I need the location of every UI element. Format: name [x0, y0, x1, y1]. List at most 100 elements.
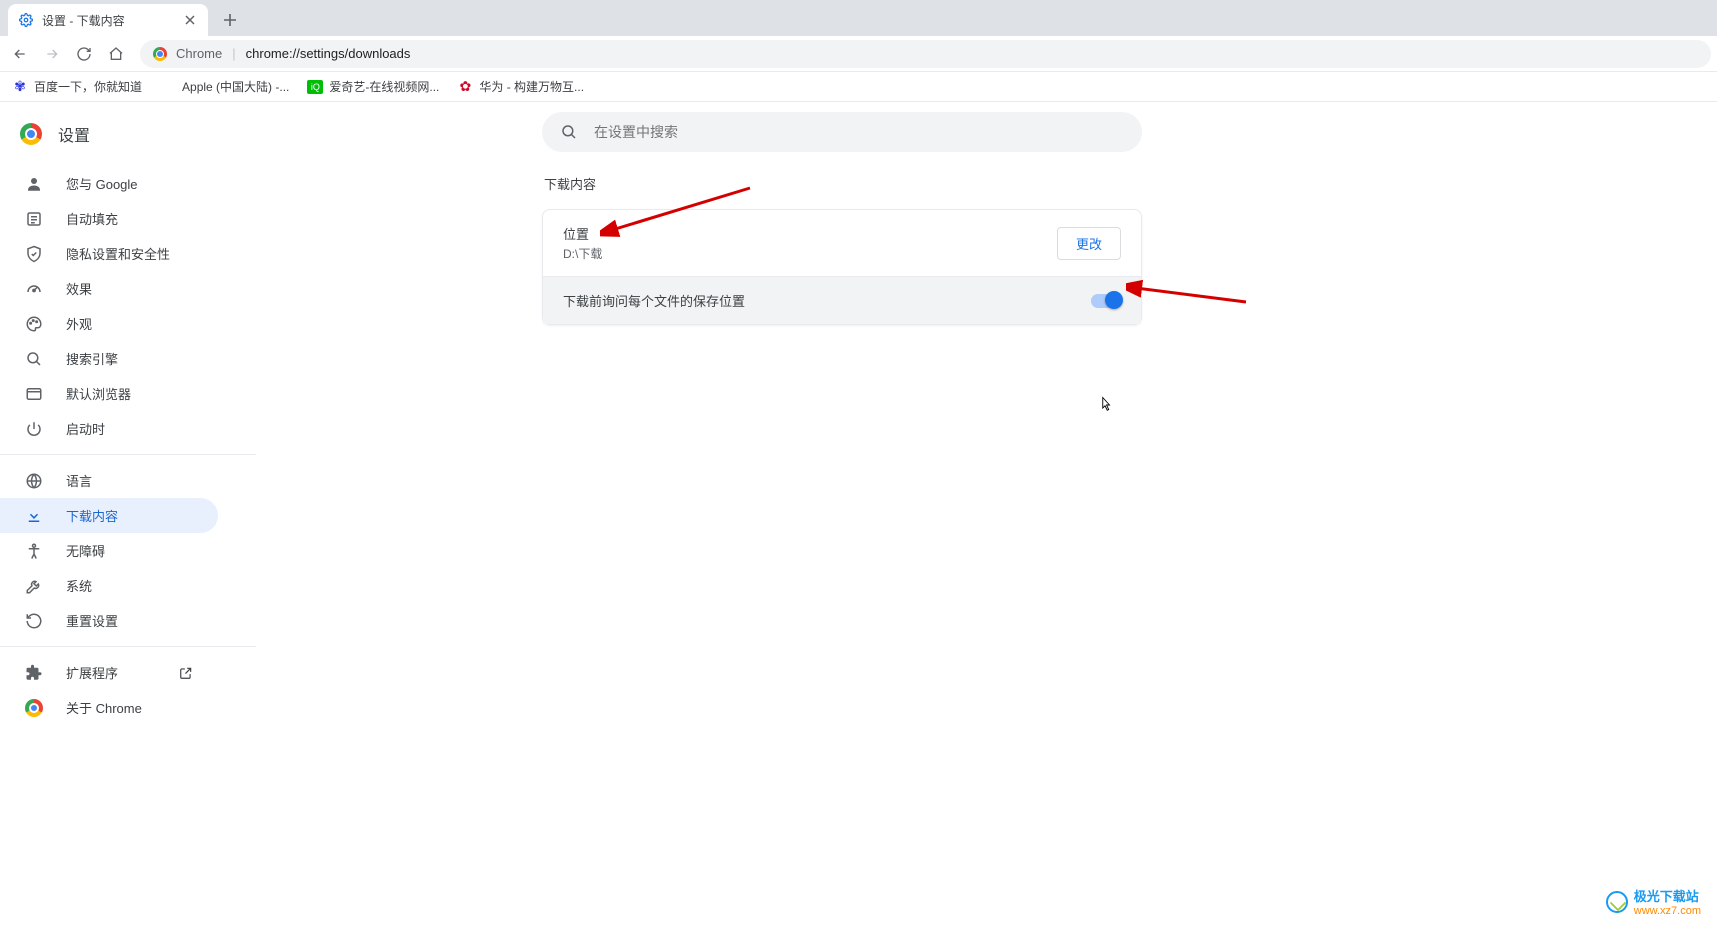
sidebar-item-extension[interactable]: 扩展程序 — [0, 655, 218, 690]
ask-location-toggle[interactable] — [1091, 294, 1121, 308]
sidebar-item-label: 重置设置 — [66, 611, 118, 630]
address-bar[interactable]: Chrome | chrome://settings/downloads — [140, 40, 1711, 68]
nav-list: 您与 Google 自动填充隐私设置和安全性效果外观搜索引擎默认浏览器启动时语言下… — [0, 162, 256, 729]
sidebar-item-restore[interactable]: 重置设置 — [0, 603, 218, 638]
accessibility-icon — [24, 541, 44, 561]
sidebar-item-label: 启动时 — [66, 419, 105, 438]
ask-location-row[interactable]: 下载前询问每个文件的保存位置 — [543, 276, 1141, 324]
nav-divider — [0, 454, 256, 455]
bookmark-item[interactable]: ✿ 华为 - 构建万物互... — [457, 78, 584, 95]
sidebar-item-label: 您与 Google — [66, 174, 138, 193]
power-icon — [24, 419, 44, 439]
omnibox-url: chrome://settings/downloads — [246, 46, 411, 61]
search-input[interactable] — [594, 124, 1124, 140]
home-button[interactable] — [102, 40, 130, 68]
new-tab-button[interactable] — [216, 6, 244, 34]
sidebar-item-autofill[interactable]: 自动填充 — [0, 201, 218, 236]
ask-location-label: 下载前询问每个文件的保存位置 — [563, 291, 745, 310]
app-header: 设置 — [0, 116, 256, 162]
sidebar-item-label: 扩展程序 — [66, 663, 118, 682]
bookmark-item[interactable]: Apple (中国大陆) -... — [160, 78, 289, 95]
bookmark-label: 百度一下，你就知道 — [34, 78, 142, 95]
apple-icon — [160, 79, 176, 95]
settings-main: 下载内容 位置 D:\下载 更改 下载前询问每个文件的保存位置 — [256, 102, 1717, 927]
browser-icon — [24, 384, 44, 404]
reload-button[interactable] — [70, 40, 98, 68]
palette-icon — [24, 314, 44, 334]
sidebar-item-browser[interactable]: 默认浏览器 — [0, 376, 218, 411]
sidebar-item-wrench[interactable]: 系统 — [0, 568, 218, 603]
sidebar-item-label: 外观 — [66, 314, 92, 333]
chrome-icon — [24, 698, 44, 718]
omnibox-prefix: Chrome — [176, 46, 222, 61]
back-button[interactable] — [6, 40, 34, 68]
watermark: 极光下载站 www.xz7.com — [1606, 886, 1701, 917]
tab-title: 设置 - 下载内容 — [42, 12, 125, 29]
bookmark-label: Apple (中国大陆) -... — [182, 78, 289, 95]
sidebar-item-label: 搜索引擎 — [66, 349, 118, 368]
extension-icon — [24, 663, 44, 683]
globe-icon — [24, 471, 44, 491]
sidebar-item-chrome[interactable]: 关于 Chrome — [0, 690, 218, 725]
sidebar-item-label: 自动填充 — [66, 209, 118, 228]
sidebar-item-label: 无障碍 — [66, 541, 105, 560]
location-label: 位置 — [563, 224, 602, 243]
watermark-logo-icon — [1606, 891, 1628, 913]
huawei-icon: ✿ — [457, 79, 473, 95]
sidebar-item-label: 默认浏览器 — [66, 384, 131, 403]
settings-content: 设置 您与 Google 自动填充隐私设置和安全性效果外观搜索引擎默认浏览器启动时… — [0, 102, 1717, 927]
chrome-logo-icon — [20, 123, 42, 145]
location-row: 位置 D:\下载 更改 — [543, 210, 1141, 276]
watermark-title: 极光下载站 — [1634, 886, 1701, 905]
sidebar-item-palette[interactable]: 外观 — [0, 306, 218, 341]
restore-icon — [24, 611, 44, 631]
sidebar-item-label: 语言 — [66, 471, 92, 490]
bookmark-label: 爱奇艺-在线视频网... — [329, 78, 439, 95]
sidebar-item-label: 系统 — [66, 576, 92, 595]
browser-tab[interactable]: 设置 - 下载内容 — [8, 4, 208, 36]
autofill-icon — [24, 209, 44, 229]
sidebar-item-person[interactable]: 您与 Google — [0, 166, 218, 201]
sidebar-item-label: 下载内容 — [66, 506, 118, 525]
close-icon[interactable] — [182, 12, 198, 28]
search-icon — [24, 349, 44, 369]
settings-sidebar: 设置 您与 Google 自动填充隐私设置和安全性效果外观搜索引擎默认浏览器启动时… — [0, 102, 256, 927]
forward-button[interactable] — [38, 40, 66, 68]
gear-icon — [18, 12, 34, 28]
sidebar-item-label: 关于 Chrome — [66, 698, 142, 717]
iqiyi-icon: iQ — [307, 80, 323, 94]
bookmark-item[interactable]: ✾ 百度一下，你就知道 — [12, 78, 142, 95]
location-value: D:\下载 — [563, 245, 602, 262]
speedometer-icon — [24, 279, 44, 299]
bookmark-label: 华为 - 构建万物互... — [479, 78, 584, 95]
sidebar-item-power[interactable]: 启动时 — [0, 411, 218, 446]
browser-toolbar: Chrome | chrome://settings/downloads — [0, 36, 1717, 72]
change-location-button[interactable]: 更改 — [1057, 227, 1121, 260]
tab-strip: 设置 - 下载内容 — [0, 0, 1717, 36]
settings-search[interactable] — [542, 112, 1142, 152]
bookmarks-bar: ✾ 百度一下，你就知道 Apple (中国大陆) -... iQ 爱奇艺-在线视… — [0, 72, 1717, 102]
nav-divider — [0, 646, 256, 647]
shield-icon — [24, 244, 44, 264]
sidebar-item-label: 隐私设置和安全性 — [66, 244, 170, 263]
sidebar-item-globe[interactable]: 语言 — [0, 463, 218, 498]
sidebar-item-speedometer[interactable]: 效果 — [0, 271, 218, 306]
external-link-icon — [178, 665, 194, 681]
baidu-icon: ✾ — [12, 79, 28, 95]
sidebar-item-download[interactable]: 下载内容 — [0, 498, 218, 533]
app-title: 设置 — [58, 122, 90, 146]
omnibox-separator: | — [232, 46, 235, 61]
sidebar-item-label: 效果 — [66, 279, 92, 298]
watermark-url: www.xz7.com — [1634, 905, 1701, 917]
bookmark-item[interactable]: iQ 爱奇艺-在线视频网... — [307, 78, 439, 95]
search-icon — [560, 123, 578, 141]
download-icon — [24, 506, 44, 526]
person-icon — [24, 174, 44, 194]
sidebar-item-shield[interactable]: 隐私设置和安全性 — [0, 236, 218, 271]
downloads-card: 位置 D:\下载 更改 下载前询问每个文件的保存位置 — [542, 209, 1142, 325]
sidebar-item-search[interactable]: 搜索引擎 — [0, 341, 218, 376]
section-title: 下载内容 — [544, 174, 1142, 193]
sidebar-item-accessibility[interactable]: 无障碍 — [0, 533, 218, 568]
wrench-icon — [24, 576, 44, 596]
chrome-icon — [152, 46, 168, 62]
